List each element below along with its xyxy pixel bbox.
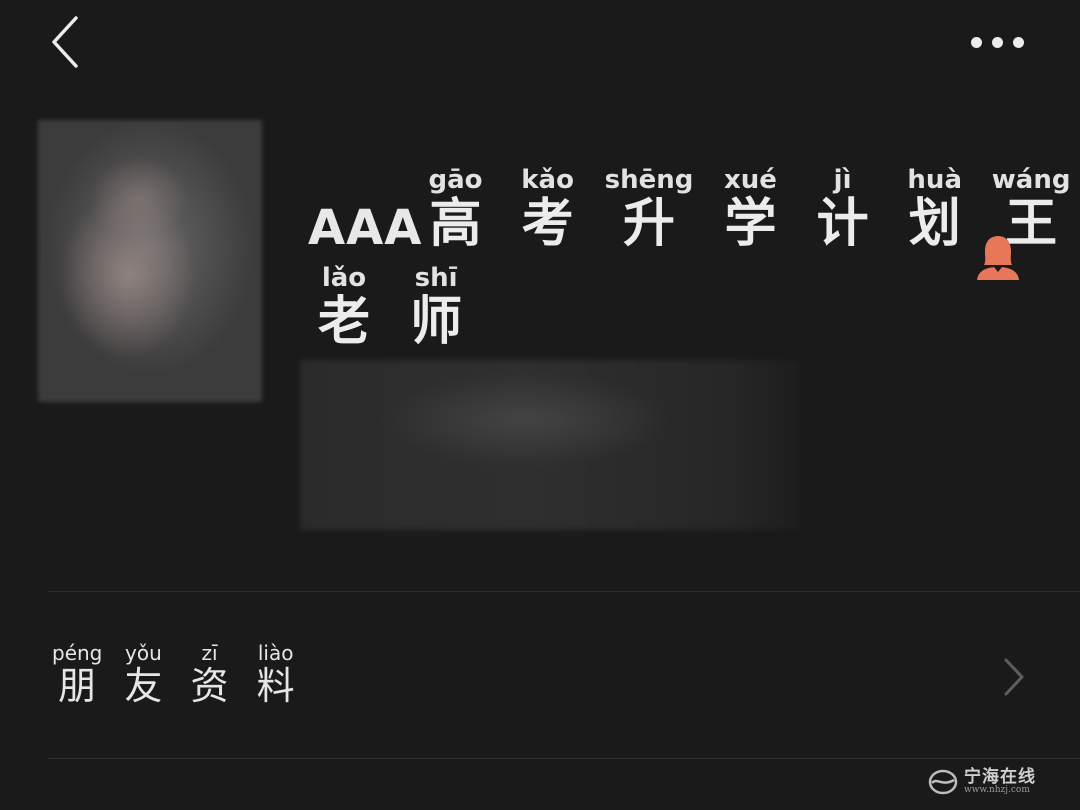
name-char: 师shī	[410, 263, 463, 352]
name-char: 考kǎo	[521, 165, 574, 254]
watermark-title: 宁海在线	[964, 766, 1036, 787]
name-char: 升shēng	[604, 165, 694, 254]
blurred-account-info	[300, 360, 800, 530]
more-options-button[interactable]	[962, 24, 1032, 60]
female-user-icon	[977, 236, 1019, 280]
watermark-text: 宁海在线 www.nhzj.com	[964, 768, 1036, 797]
watermark-url: www.nhzj.com	[964, 785, 1030, 796]
profile-screen: AAA 高gāo 考kǎo 升shēng 学xué 计jì 划huà 王wáng…	[0, 0, 1080, 810]
name-char: 划huà	[907, 165, 962, 254]
label-char: 朋péng	[52, 641, 103, 708]
name-char: 高gāo	[428, 165, 483, 254]
more-dot	[1012, 36, 1024, 48]
name-char: 计jì	[816, 165, 869, 254]
chevron-left-icon	[52, 16, 78, 68]
label-char: 友yǒu	[124, 641, 163, 708]
name-char: 学xué	[724, 165, 777, 254]
friend-info-row[interactable]: 朋péng 友yǒu 资zī 料liào	[48, 592, 1080, 758]
label-char: 资zī	[190, 641, 229, 708]
profile-name-line1: AAA 高gāo 考kǎo 升shēng 学xué 计jì 划huà 王wáng	[308, 165, 1080, 256]
avatar[interactable]	[38, 120, 262, 402]
friend-info-label: 朋péng 友yǒu 资zī 料liào	[52, 641, 311, 708]
profile-name-line2: 老lǎo 师shī	[318, 263, 484, 352]
back-button[interactable]	[40, 14, 90, 70]
watermark: 宁海在线 www.nhzj.com	[928, 762, 1068, 802]
more-dot	[991, 36, 1003, 48]
more-dot	[970, 36, 982, 48]
name-char: 老lǎo	[318, 263, 371, 352]
chevron-right-icon	[1004, 658, 1024, 696]
label-char: 料liào	[256, 641, 295, 708]
name-prefix: AAA	[308, 199, 423, 256]
divider	[48, 758, 1080, 759]
watermark-logo-icon	[928, 769, 958, 795]
